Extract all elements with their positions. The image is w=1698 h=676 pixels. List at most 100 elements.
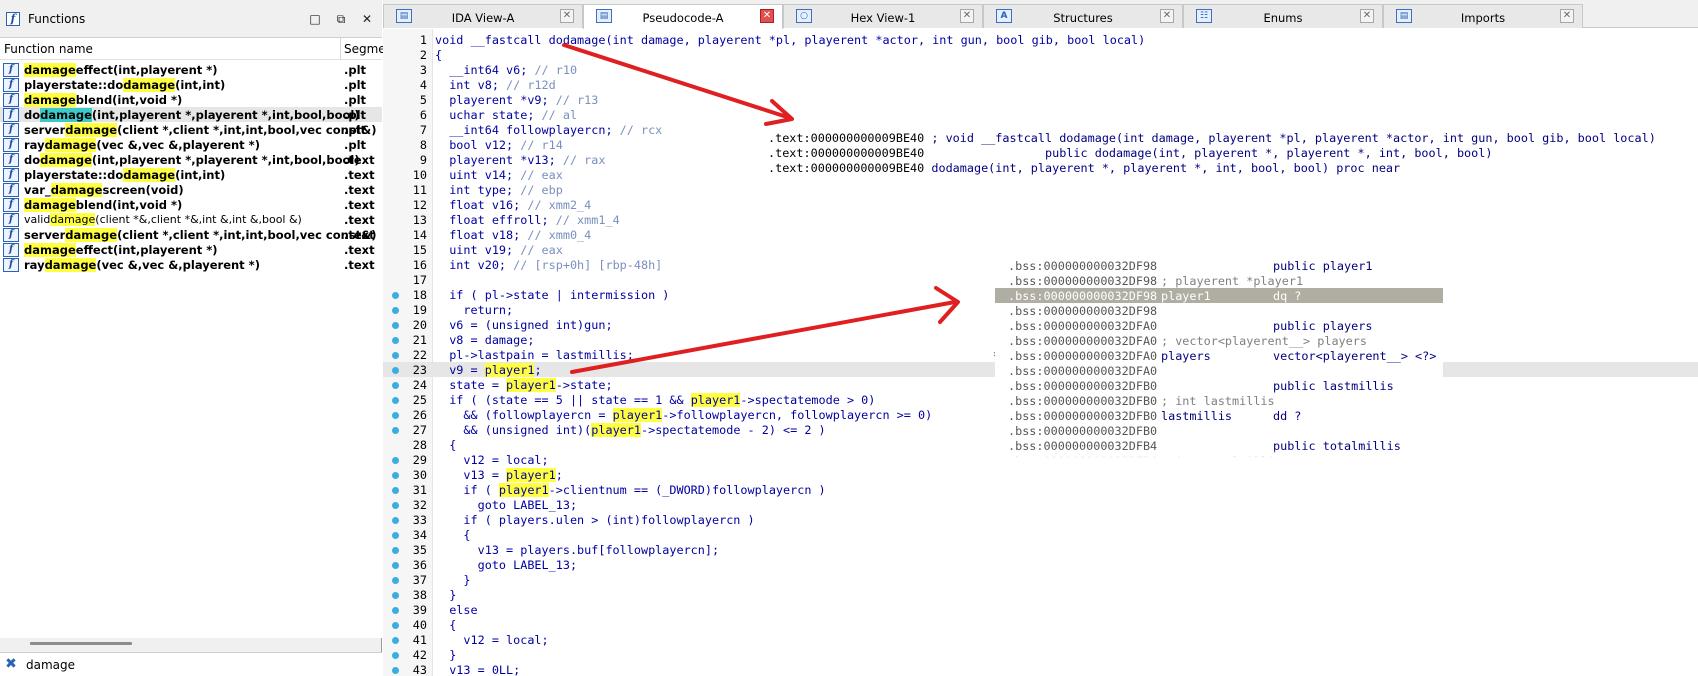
tab-hex-view-1[interactable]: ○ Hex View-1 ✕ [783, 4, 983, 28]
function-name: damageeffect(int,playerent *) [24, 243, 218, 257]
line-number: 10 [412, 168, 427, 182]
code-line[interactable]: 12 float v16; // xmm2_4 [383, 197, 1698, 212]
tab-close-icon[interactable]: ✕ [1560, 9, 1574, 23]
code-line[interactable]: 6 uchar state; // al [383, 107, 1698, 122]
filter-input[interactable] [26, 656, 366, 674]
code-line[interactable]: 13 float effroll; // xmm1_4 [383, 212, 1698, 227]
tab-close-icon[interactable]: ✕ [1160, 9, 1174, 23]
disassembly-hint: .text:000000000009BE40 ; void __fastcall… [768, 131, 1698, 179]
code-line[interactable]: 43 v13 = 0LL; [383, 662, 1698, 676]
code-line[interactable]: 5 playerent *v9; // r13 [383, 92, 1698, 107]
code-line[interactable]: 39 else [383, 602, 1698, 617]
function-row[interactable]: f raydamage(vec &,vec &,playerent *) .text [0, 257, 382, 272]
code-text: v12 = local; [435, 453, 549, 467]
function-segment: .text [344, 243, 375, 257]
column-divider[interactable] [340, 38, 341, 60]
code-line[interactable]: 32 goto LABEL_13; [383, 497, 1698, 512]
tab-structures[interactable]: A Structures ✕ [983, 4, 1183, 28]
column-header-function-name[interactable]: Function name [4, 42, 93, 56]
function-segment: .text [344, 153, 375, 167]
code-line[interactable]: 41 v12 = local; [383, 632, 1698, 647]
line-number: 6 [419, 108, 427, 122]
tab-label: Pseudocode-A [642, 11, 724, 25]
line-number: 18 [412, 288, 427, 302]
tab-label: Imports [1460, 11, 1506, 25]
code-line[interactable]: 33 if ( players.ulen > (int)followplayer… [383, 512, 1698, 527]
code-line[interactable]: 30 v13 = player1; [383, 467, 1698, 482]
minimize-icon[interactable]: □ [306, 10, 324, 28]
function-icon: f [3, 63, 19, 77]
code-text: else [435, 603, 478, 617]
tab-close-icon[interactable]: ✕ [760, 9, 774, 23]
tab-close-icon[interactable]: ✕ [960, 9, 974, 23]
function-name: raydamage(vec &,vec &,playerent *) [24, 138, 260, 152]
code-text: int v20; // [rsp+0h] [rbp-48h] [435, 258, 663, 272]
horizontal-scrollbar[interactable] [30, 642, 132, 645]
code-line[interactable]: 3 __int64 v6; // r10 [383, 62, 1698, 77]
code-line[interactable]: 11 int type; // ebp [383, 182, 1698, 197]
function-row[interactable]: f damageeffect(int,playerent *) .plt [0, 62, 382, 77]
function-name: damageblend(int,void *) [24, 198, 183, 212]
function-row[interactable]: f damageblend(int,void *) .text [0, 197, 382, 212]
tab-enums[interactable]: ☷ Enums ✕ [1183, 4, 1383, 28]
identifier-highlight: player1 [591, 423, 641, 437]
function-row[interactable]: f playerstate::dodamage(int,int) .plt [0, 77, 382, 92]
tab-close-icon[interactable]: ✕ [1360, 9, 1374, 23]
register-comment: // r13 [555, 93, 599, 107]
code-line[interactable]: 37 } [383, 572, 1698, 587]
register-comment: // rax [562, 153, 606, 167]
function-name: dodamage(int,playerent *,playerent *,int… [24, 153, 360, 167]
code-line[interactable]: 15 uint v19; // eax [383, 242, 1698, 257]
register-comment: // [rsp+0h] [rbp-48h] [513, 258, 663, 272]
tab-imports[interactable]: ▤ Imports ✕ [1383, 4, 1583, 28]
function-row[interactable]: f dodamage(int,playerent *,playerent *,in… [0, 107, 382, 122]
code-text: if ( pl->state | intermission ) [435, 288, 670, 302]
code-line[interactable]: 40 { [383, 617, 1698, 632]
code-line[interactable]: 1 void __fastcall dodamage(int damage, pl… [383, 32, 1698, 47]
function-row[interactable]: f serverdamage(client *,client *,int,int,… [0, 227, 382, 242]
tab-label: Hex View-1 [850, 11, 916, 25]
register-comment: // eax [520, 168, 563, 182]
code-text: && (followplayercn = player1->followplay… [435, 408, 933, 422]
line-number: 39 [412, 603, 427, 617]
restore-icon[interactable]: ⧉ [332, 10, 350, 28]
code-line[interactable]: 31 if ( player1->clientnum == (_DWORD)fo… [383, 482, 1698, 497]
line-number: 19 [412, 303, 427, 317]
code-line[interactable]: 36 goto LABEL_13; [383, 557, 1698, 572]
column-header-segment[interactable]: Segme [344, 42, 386, 56]
function-row[interactable]: f raydamage(vec &,vec &,playerent *) .plt [0, 137, 382, 152]
tab-pseudocode-a[interactable]: ▤ Pseudocode-A ✕ [583, 4, 783, 29]
function-row[interactable]: f var_damagescreen(void) .text [0, 182, 382, 197]
code-line[interactable]: 14 float v18; // xmm0_4 [383, 227, 1698, 242]
code-line[interactable]: 38 } [383, 587, 1698, 602]
code-line[interactable]: 4 int v8; // r12d [383, 77, 1698, 92]
function-segment: .plt [344, 138, 367, 152]
function-row[interactable]: f damageeffect(int,playerent *) .text [0, 242, 382, 257]
register-comment: // xmm1_4 [555, 213, 620, 227]
code-line[interactable]: 2{ [383, 47, 1698, 62]
tab-close-icon[interactable]: ✕ [560, 9, 574, 23]
bss-line: .bss:000000000032DFB0 public lastmillis [1008, 379, 1394, 393]
function-row[interactable]: f playerstate::dodamage(int,int) .text [0, 167, 382, 182]
tab-ida-view-a[interactable]: ▤ IDA View-A ✕ [383, 4, 583, 28]
asm-line: .text:000000000009BE40 dodamage(int, pla… [768, 161, 1401, 175]
function-row[interactable]: f damageblend(int,void *) .plt [0, 92, 382, 107]
code-line[interactable]: 34 { [383, 527, 1698, 542]
identifier-highlight: player1 [506, 378, 556, 392]
function-segment: .text [344, 183, 375, 197]
clear-filter-icon[interactable]: ✖ [3, 656, 19, 672]
function-row[interactable]: f serverdamage(client *,client *,int,int,… [0, 122, 382, 137]
code-line[interactable]: 35 v13 = players.buf[followplayercn]; [383, 542, 1698, 557]
code-line[interactable]: 42 } [383, 647, 1698, 662]
code-text: } [435, 648, 457, 662]
function-row[interactable]: f dodamage(int,playerent *,playerent *,in… [0, 152, 382, 167]
code-text: v6 = (unsigned int)gun; [435, 318, 613, 332]
function-name: serverdamage(client *,client *,int,int,b… [24, 123, 377, 137]
line-number: 9 [419, 153, 427, 167]
code-text: && (unsigned int)(player1->spectatemode … [435, 423, 826, 437]
functions-list: Function name Segme f damageeffect(int,pl… [0, 38, 386, 638]
search-match-highlight: damage [24, 63, 76, 77]
close-icon[interactable]: ✕ [358, 10, 376, 28]
search-match-highlight: damage [44, 258, 97, 272]
function-row[interactable]: f validdamage(client *&,client *&,int &,i… [0, 212, 382, 227]
